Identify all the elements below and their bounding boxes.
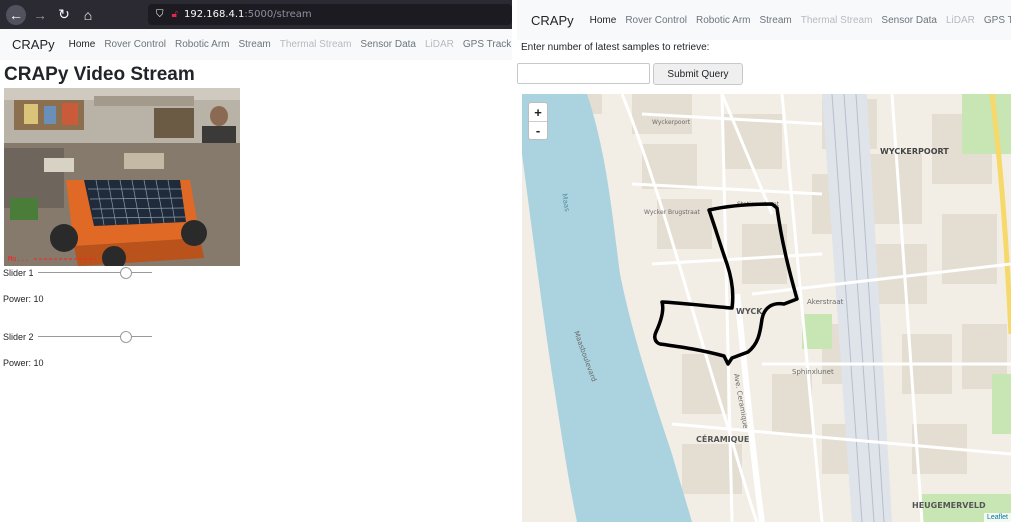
nav-home[interactable]: Home <box>69 39 96 50</box>
navbar: CRAPy Home Rover Control Robotic Arm Str… <box>0 29 512 60</box>
browser-toolbar: ← → ↻ ⌂ ⛉ 🔓︎ 192.168.4.1:5000/stream <box>0 0 512 29</box>
gps-map[interactable]: WYCKERPOORT WYCK CÉRAMIQUE HEUGEMERVELD … <box>522 94 1011 522</box>
nav-rover-control[interactable]: Rover Control <box>104 39 166 50</box>
nav-lidar: LiDAR <box>425 39 454 50</box>
nav-home[interactable]: Home <box>590 15 617 26</box>
reload-icon[interactable]: ↻ <box>54 5 74 25</box>
map-label-ceramique: CÉRAMIQUE <box>696 433 749 444</box>
gps-window: CRAPy Home Rover Control Robotic Arm Str… <box>517 0 1011 522</box>
map-attribution[interactable]: Leaflet <box>983 513 1011 522</box>
insecure-lock-icon: 🔓︎ <box>171 9 178 20</box>
navbar-brand[interactable]: CRAPy <box>12 37 55 52</box>
forward-arrow-icon[interactable]: → <box>30 5 50 25</box>
slider2-power: Power: 10 <box>3 358 44 368</box>
zoom-out-button[interactable]: - <box>529 121 547 139</box>
nav-sensor-data[interactable]: Sensor Data <box>881 15 937 26</box>
slider2-row: Slider 2 <box>3 331 152 343</box>
navbar-brand[interactable]: CRAPy <box>531 13 574 28</box>
map-label-wycker-brugstraat: Wycker Brugstraat <box>644 209 700 216</box>
slider1-thumb[interactable] <box>119 267 132 279</box>
stream-window: ← → ↻ ⌂ ⛉ 🔓︎ 192.168.4.1:5000/stream CRA… <box>0 0 512 522</box>
video-overlay-text: Mo... <box>8 255 29 263</box>
zoom-control: + - <box>528 102 548 140</box>
slider1-row: Slider 1 <box>3 267 152 279</box>
nav-stream[interactable]: Stream <box>238 39 270 50</box>
slider2-label: Slider 2 <box>3 332 34 342</box>
nav-gps-track[interactable]: GPS Track <box>463 39 511 50</box>
nav-robotic-arm[interactable]: Robotic Arm <box>696 15 750 26</box>
nav-sensor-data[interactable]: Sensor Data <box>360 39 416 50</box>
shield-icon: ⛉ <box>156 9 164 20</box>
slider2-thumb[interactable] <box>119 331 132 343</box>
home-icon[interactable]: ⌂ <box>78 5 98 25</box>
query-label: Enter number of latest samples to retrie… <box>521 42 710 53</box>
map-label-wyckerpoort: WYCKERPOORT <box>880 147 949 156</box>
slider2-track <box>37 336 152 337</box>
url-host: 192.168.4.1 <box>183 9 245 20</box>
map-label-akerstraat: Akerstraat <box>807 298 844 306</box>
nav-thermal-stream: Thermal Stream <box>800 14 873 26</box>
slider1-label: Slider 1 <box>3 268 34 278</box>
url-path: :5000/stream <box>244 9 312 20</box>
map-label-sphinxlunet: Sphinxlunet <box>792 368 834 376</box>
video-stream: Mo... <box>4 88 240 266</box>
submit-query-button[interactable]: Submit Query <box>653 63 743 85</box>
map-label-wyckerpoort-street: Wyckerpoort <box>652 119 691 126</box>
nav-rover-control[interactable]: Rover Control <box>625 15 687 26</box>
slider1[interactable] <box>37 267 152 279</box>
navbar: CRAPy Home Rover Control Robotic Arm Str… <box>517 0 1011 40</box>
slider1-track <box>37 272 152 273</box>
nav-stream[interactable]: Stream <box>759 15 791 26</box>
nav-thermal-stream: Thermal Stream <box>279 39 352 50</box>
samples-input[interactable] <box>517 63 650 84</box>
address-bar[interactable]: ⛉ 🔓︎ 192.168.4.1:5000/stream <box>148 4 512 25</box>
nav-gps-track[interactable]: GPS Track <box>984 15 1011 26</box>
map-label-wyck: WYCK <box>736 307 763 316</box>
back-arrow-icon[interactable]: ← <box>6 4 26 25</box>
slider1-power: Power: 10 <box>3 294 44 304</box>
zoom-in-button[interactable]: + <box>529 103 547 121</box>
nav-robotic-arm[interactable]: Robotic Arm <box>175 39 229 50</box>
nav-lidar: LiDAR <box>946 14 975 26</box>
page-title: CRAPy Video Stream <box>4 64 195 85</box>
map-label-heugemerveld: HEUGEMERVELD <box>912 501 986 510</box>
slider2[interactable] <box>37 331 152 343</box>
